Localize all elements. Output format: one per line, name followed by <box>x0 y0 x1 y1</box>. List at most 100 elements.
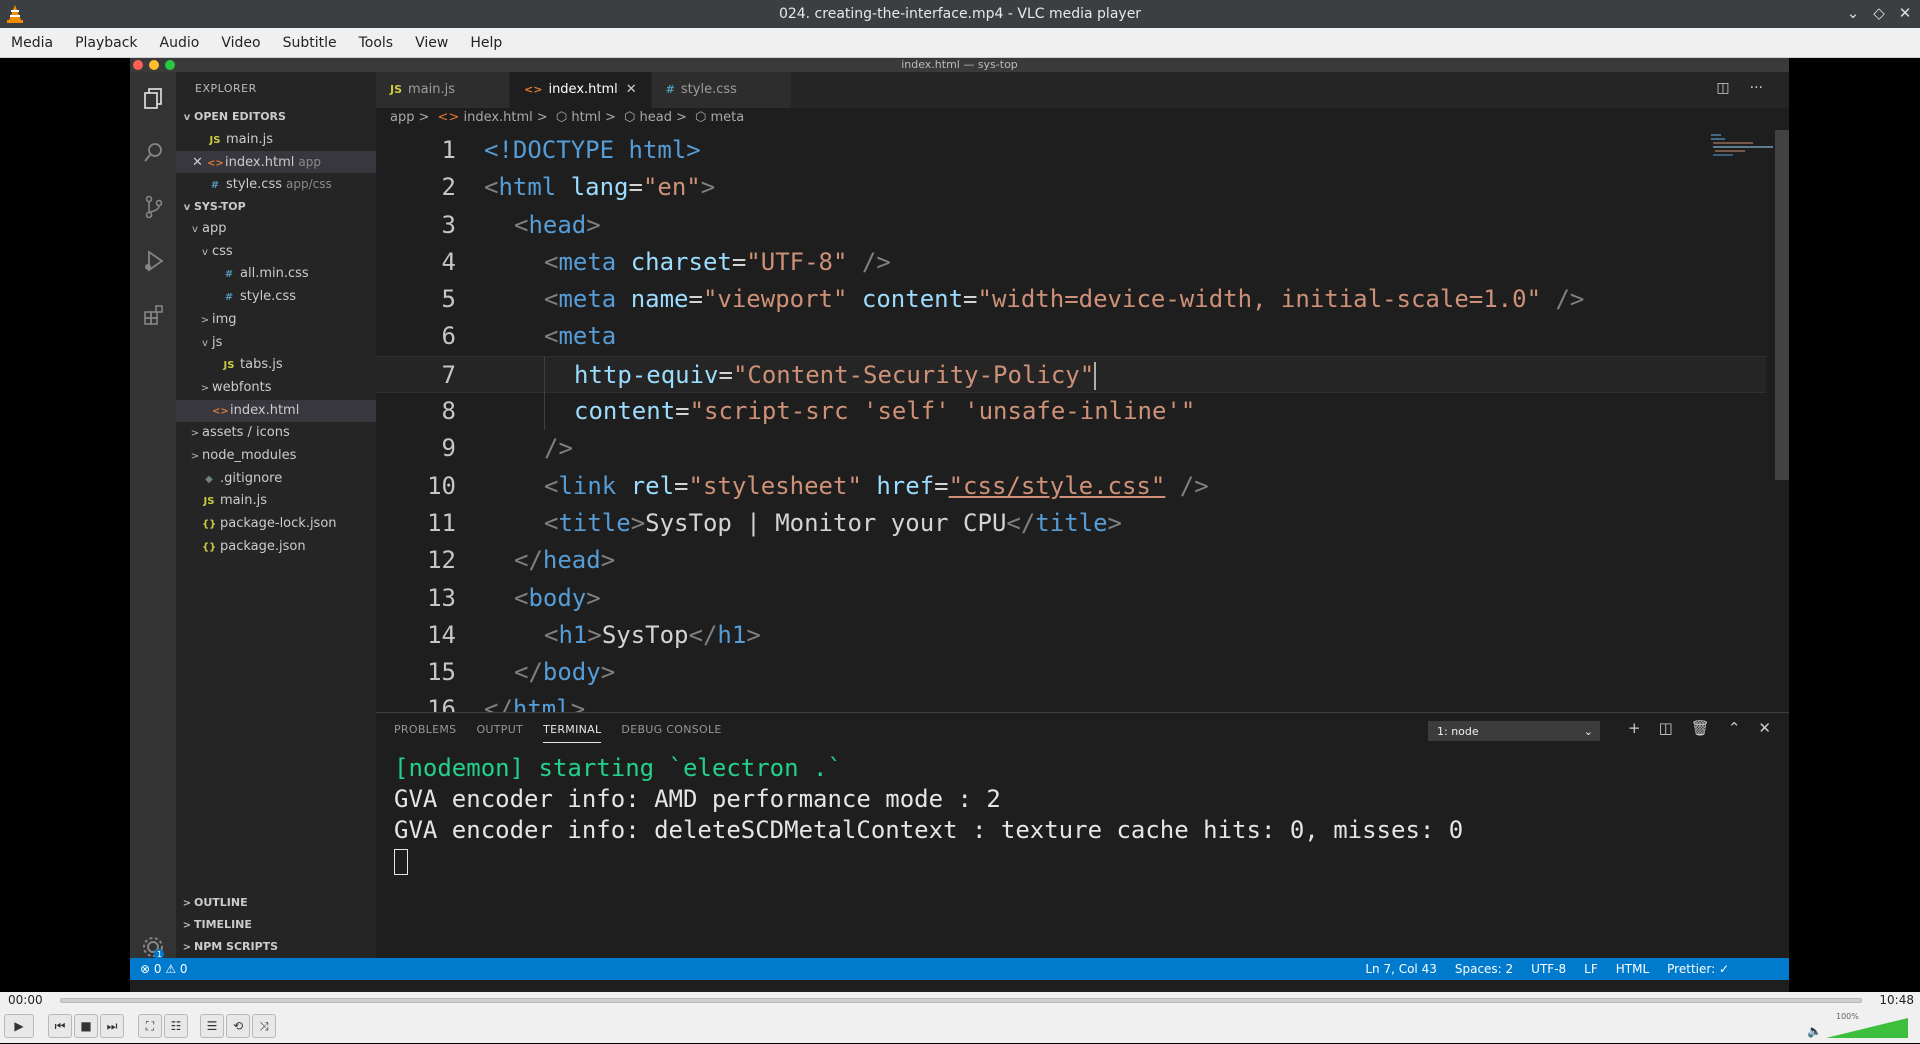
minimap[interactable] <box>1709 130 1775 170</box>
menu-help[interactable]: Help <box>459 35 513 51</box>
project-section[interactable]: v SYS-TOP <box>176 196 376 218</box>
extensions-icon[interactable] <box>141 302 167 328</box>
vscode-window: index.html — sys-top 1 EXPLORER v OPEN E… <box>130 58 1789 992</box>
menu-bar: Media Playback Audio Video Subtitle Tool… <box>0 28 1920 58</box>
tab-output[interactable]: OUTPUT <box>476 723 523 743</box>
menu-tools[interactable]: Tools <box>348 35 405 51</box>
split-editor-icon[interactable]: ◫ <box>1716 80 1729 96</box>
code-line: 15 </body> <box>427 658 616 687</box>
skip-forward-icon: ⏭ <box>106 1018 118 1033</box>
terminal-output[interactable]: [nodemon] starting `electron .` GVA enco… <box>394 753 1463 877</box>
close-tab-icon[interactable]: ✕ <box>626 82 637 97</box>
add-terminal-icon[interactable]: + <box>1628 719 1641 737</box>
tree-item[interactable]: # style.css <box>176 286 376 309</box>
close-icon[interactable]: ✕ <box>1898 4 1912 22</box>
open-editors-section[interactable]: v OPEN EDITORS <box>176 106 376 128</box>
tab-index-html[interactable]: <> index.html ✕ <box>510 72 652 108</box>
tree-item[interactable]: > node_modules <box>176 445 376 468</box>
tab-main-js[interactable]: JS main.js <box>376 72 511 108</box>
status-cursor-position[interactable]: Ln 7, Col 43 <box>1365 958 1437 980</box>
files-icon[interactable] <box>141 86 167 112</box>
playlist-button[interactable]: ☰ <box>200 1014 224 1038</box>
breadcrumb-head[interactable]: head <box>640 110 672 125</box>
breadcrumb-meta[interactable]: meta <box>711 110 745 125</box>
fullscreen-button[interactable]: ⛶ <box>138 1014 162 1038</box>
loop-button[interactable]: ⟲ <box>226 1014 250 1038</box>
tree-item[interactable]: > img <box>176 309 376 332</box>
minimize-icon[interactable]: ⌄ <box>1846 4 1860 22</box>
tab-style-css[interactable]: # style.css <box>651 72 792 108</box>
outline-section[interactable]: > OUTLINE <box>176 892 376 914</box>
status-encoding[interactable]: UTF-8 <box>1531 958 1566 980</box>
html-file-icon: <> <box>524 83 543 96</box>
breadcrumb-app[interactable]: app <box>390 110 414 125</box>
code-line: 6 <meta <box>441 322 617 351</box>
menu-playback[interactable]: Playback <box>64 35 148 51</box>
breadcrumb-html[interactable]: html <box>571 110 601 125</box>
tree-item[interactable]: JS main.js <box>176 490 376 513</box>
tree-item[interactable]: ◆ .gitignore <box>176 468 376 491</box>
speaker-icon[interactable]: 🔈 <box>1807 1024 1822 1038</box>
search-icon[interactable] <box>141 140 167 166</box>
settings-gear-icon[interactable]: 1 <box>140 934 166 960</box>
split-terminal-icon[interactable]: ◫ <box>1659 719 1673 737</box>
menu-video[interactable]: Video <box>210 35 271 51</box>
shuffle-button[interactable]: ⤨ <box>252 1014 276 1038</box>
tree-item[interactable]: > assets / icons <box>176 422 376 445</box>
tree-item[interactable]: v app <box>176 218 376 241</box>
npm-scripts-section[interactable]: > NPM SCRIPTS <box>176 936 376 958</box>
breadcrumb-file[interactable]: index.html <box>463 110 532 125</box>
breadcrumb: app > <> index.html > ⬡ html > ⬡ head > ⬡ me… <box>390 110 745 125</box>
menu-subtitle[interactable]: Subtitle <box>272 35 348 51</box>
close-editor-icon[interactable]: ✕ <box>192 155 207 170</box>
maximize-panel-icon[interactable]: ⌃ <box>1728 719 1741 737</box>
tree-item[interactable]: v js <box>176 332 376 355</box>
seek-slider[interactable] <box>60 998 1862 1003</box>
next-button[interactable]: ⏭ <box>100 1014 124 1038</box>
trash-icon[interactable]: 🗑 <box>1691 719 1710 737</box>
status-indentation[interactable]: Spaces: 2 <box>1455 958 1513 980</box>
chevron-down-icon: v <box>183 202 191 214</box>
time-total[interactable]: 10:48 <box>1879 993 1914 1007</box>
tab-terminal[interactable]: TERMINAL <box>543 723 602 743</box>
vscode-titlebar: index.html — sys-top <box>130 58 1789 72</box>
tree-item[interactable]: {} package.json <box>176 536 376 559</box>
tree-item[interactable]: JS tabs.js <box>176 354 376 377</box>
menu-view[interactable]: View <box>404 35 459 51</box>
explorer-sidebar: EXPLORER v OPEN EDITORS JS main.js ✕ <>inde… <box>176 72 376 958</box>
more-actions-icon[interactable]: ··· <box>1750 80 1763 96</box>
volume-slider[interactable]: 100% <box>1822 1012 1912 1040</box>
previous-button[interactable]: ⏮ <box>48 1014 72 1038</box>
stop-button[interactable]: ■ <box>74 1014 98 1038</box>
status-bar: ⊗ 0 ⚠ 0 Ln 7, Col 43 Spaces: 2 UTF-8 LF … <box>130 958 1789 980</box>
run-debug-icon[interactable] <box>141 248 167 274</box>
tree-item[interactable]: <>index.html <box>176 399 376 423</box>
tree-item[interactable]: # all.min.css <box>176 263 376 286</box>
code-editor[interactable]: 1 <!DOCTYPE html> 2 <html lang="en"> 3 <hea… <box>376 132 1766 766</box>
tab-problems[interactable]: PROBLEMS <box>394 723 456 743</box>
editor-scrollbar[interactable] <box>1775 130 1789 480</box>
play-button[interactable]: ▶ <box>4 1014 34 1038</box>
status-language[interactable]: HTML <box>1616 958 1649 980</box>
source-control-icon[interactable] <box>141 194 167 220</box>
terminal-select[interactable]: 1: node ⌄ <box>1428 721 1600 741</box>
status-prettier[interactable]: Prettier: ✓ <box>1667 958 1729 980</box>
video-surface[interactable]: index.html — sys-top 1 EXPLORER v OPEN E… <box>0 58 1920 992</box>
timeline-section[interactable]: > TIMELINE <box>176 914 376 936</box>
menu-media[interactable]: Media <box>0 35 64 51</box>
tree-item[interactable]: > webfonts <box>176 377 376 400</box>
close-panel-icon[interactable]: ✕ <box>1758 719 1771 737</box>
extended-settings-button[interactable]: ☷ <box>164 1014 188 1038</box>
explorer-title: EXPLORER <box>195 82 257 95</box>
tab-debug-console[interactable]: DEBUG CONSOLE <box>621 723 721 743</box>
tree-item[interactable]: v css <box>176 241 376 264</box>
tree-item[interactable]: {} package-lock.json <box>176 513 376 536</box>
problems-status[interactable]: ⊗ 0 ⚠ 0 <box>140 958 188 980</box>
open-editor-item[interactable]: ✕ <>index.html app <box>176 150 376 174</box>
open-editors-list: JS main.js ✕ <>index.html app # style.css app/… <box>176 128 376 196</box>
maximize-icon[interactable]: ◇ <box>1872 4 1886 22</box>
open-editor-item[interactable]: JS main.js <box>176 128 376 151</box>
status-eol[interactable]: LF <box>1584 958 1598 980</box>
open-editor-item[interactable]: # style.css app/css <box>176 173 376 196</box>
menu-audio[interactable]: Audio <box>149 35 211 51</box>
